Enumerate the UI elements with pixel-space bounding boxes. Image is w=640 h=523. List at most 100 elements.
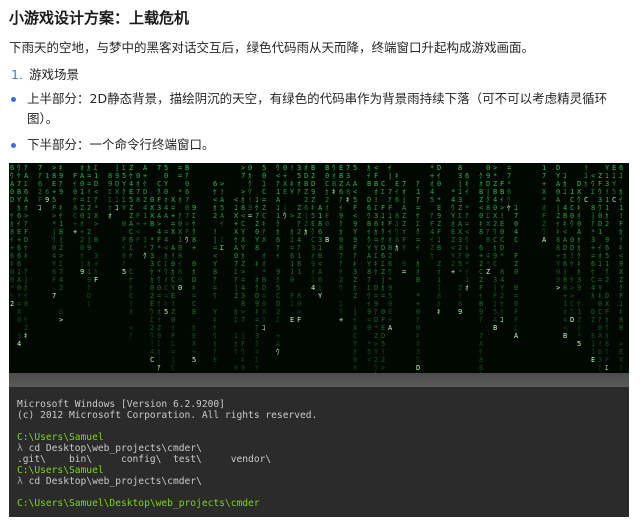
rain-glyph: 4: [493, 316, 497, 324]
rain-glyph: 8: [241, 300, 245, 308]
rain-glyph: A: [24, 196, 29, 204]
rain-glyph: 6: [185, 188, 189, 196]
rain-glyph: A: [556, 180, 561, 188]
rain-glyph: ｹ: [150, 268, 154, 276]
rain-glyph: >: [220, 180, 224, 188]
rain-glyph: ｱ: [430, 212, 434, 220]
rain-glyph: ｳ: [339, 284, 343, 292]
rain-glyph: <: [451, 244, 455, 252]
rain-glyph: ｶ: [563, 180, 567, 188]
rain-glyph: Z: [374, 332, 378, 340]
rain-glyph: 9: [80, 268, 84, 276]
rain-glyph: X: [17, 276, 22, 284]
rain-glyph: D: [367, 196, 371, 204]
rain-glyph: 9: [479, 308, 483, 316]
rain-glyph: >: [241, 164, 245, 172]
rain-glyph: 9: [353, 220, 357, 228]
rain-glyph: <: [234, 196, 238, 204]
rain-glyph: ｱ: [297, 244, 301, 252]
rain-glyph: 2: [38, 188, 42, 196]
rain-glyph: Z: [402, 220, 406, 228]
terminal-console: Microsoft Windows [Version 6.2.9200] (c)…: [9, 387, 629, 517]
rain-glyph: ｴ: [108, 188, 112, 196]
rain-glyph: ｱ: [213, 276, 217, 284]
rain-glyph: ｺ: [395, 220, 399, 228]
rain-glyph: ｶ: [171, 268, 175, 276]
rain-glyph: *: [157, 268, 161, 276]
rain-glyph: ｹ: [192, 220, 196, 228]
rain-glyph: 8: [619, 316, 623, 324]
rain-glyph: E: [437, 204, 441, 212]
rain-glyph: B: [325, 164, 329, 172]
rain-glyph: <: [276, 172, 280, 180]
rain-glyph: ｲ: [388, 228, 392, 236]
rain-glyph: 1: [45, 172, 49, 180]
rain-glyph: 1: [416, 188, 420, 196]
rain-glyph: A: [514, 332, 519, 340]
rain-glyph: C: [192, 300, 196, 308]
rain-glyph: B: [192, 308, 196, 316]
rain-glyph: |: [437, 284, 441, 292]
rain-glyph: !: [605, 188, 609, 196]
rain-glyph: |: [87, 236, 91, 244]
rain-glyph: ｸ: [339, 220, 343, 228]
rain-glyph: ｴ: [171, 340, 175, 348]
rain-glyph: <: [563, 228, 567, 236]
rain-glyph: ｴ: [591, 188, 595, 196]
rain-glyph: 0: [10, 276, 14, 284]
rain-glyph: 2: [605, 276, 609, 284]
rain-glyph: 9: [115, 172, 119, 180]
rain-glyph: 0: [164, 172, 168, 180]
rain-glyph: 3: [598, 196, 602, 204]
rain-glyph: *: [367, 340, 371, 348]
rain-glyph: >: [59, 316, 63, 324]
rain-glyph: E: [619, 348, 623, 356]
rain-glyph: Z: [451, 236, 455, 244]
rain-glyph: 8: [346, 188, 350, 196]
rain-glyph: ｴ: [367, 284, 371, 292]
rain-glyph: ｵ: [297, 180, 301, 188]
rain-glyph: Y: [500, 284, 505, 292]
rain-glyph: !: [129, 300, 133, 308]
rain-glyph: C: [157, 180, 161, 188]
rain-glyph: ｷ: [192, 284, 196, 292]
rain-glyph: <: [213, 252, 217, 260]
rain-glyph: F: [381, 204, 385, 212]
rain-glyph: ｴ: [381, 188, 385, 196]
rain-glyph: +: [10, 244, 14, 252]
rain-glyph: |: [24, 276, 28, 284]
rain-glyph: ｴ: [486, 212, 490, 220]
rain-glyph: =: [171, 220, 175, 228]
rain-glyph: ｹ: [416, 212, 420, 220]
rain-glyph: |: [234, 284, 238, 292]
rain-glyph: 9: [374, 300, 378, 308]
rain-glyph: 2: [451, 260, 455, 268]
rain-glyph: D: [192, 276, 196, 284]
rain-glyph: 0: [80, 180, 84, 188]
rain-glyph: =: [87, 172, 91, 180]
rain-glyph: 5: [612, 188, 616, 196]
rain-glyph: =: [164, 228, 168, 236]
rain-glyph: ｴ: [122, 164, 126, 172]
rain-glyph: F: [52, 276, 56, 284]
rain-glyph: ｶ: [241, 196, 245, 204]
rain-glyph: !: [458, 292, 462, 300]
rain-glyph: *: [465, 204, 469, 212]
rain-glyph: 7: [185, 212, 189, 220]
rain-glyph: ｲ: [353, 316, 357, 324]
rain-glyph: 6: [290, 252, 294, 260]
rain-glyph: ｸ: [619, 284, 623, 292]
rain-glyph: 6: [17, 212, 21, 220]
rain-glyph: ｶ: [192, 324, 196, 332]
rain-glyph: !: [171, 324, 175, 332]
rain-glyph: ｳ: [416, 356, 420, 364]
rain-glyph: ｷ: [395, 172, 399, 180]
rain-glyph: ｶ: [325, 188, 329, 196]
rain-glyph: ｲ: [178, 260, 182, 268]
rain-glyph: A: [276, 340, 281, 348]
rain-glyph: A: [164, 212, 169, 220]
rain-glyph: 1: [598, 228, 602, 236]
rain-glyph: F: [241, 340, 245, 348]
rain-glyph: ｲ: [598, 244, 602, 252]
rain-glyph: F: [605, 356, 609, 364]
